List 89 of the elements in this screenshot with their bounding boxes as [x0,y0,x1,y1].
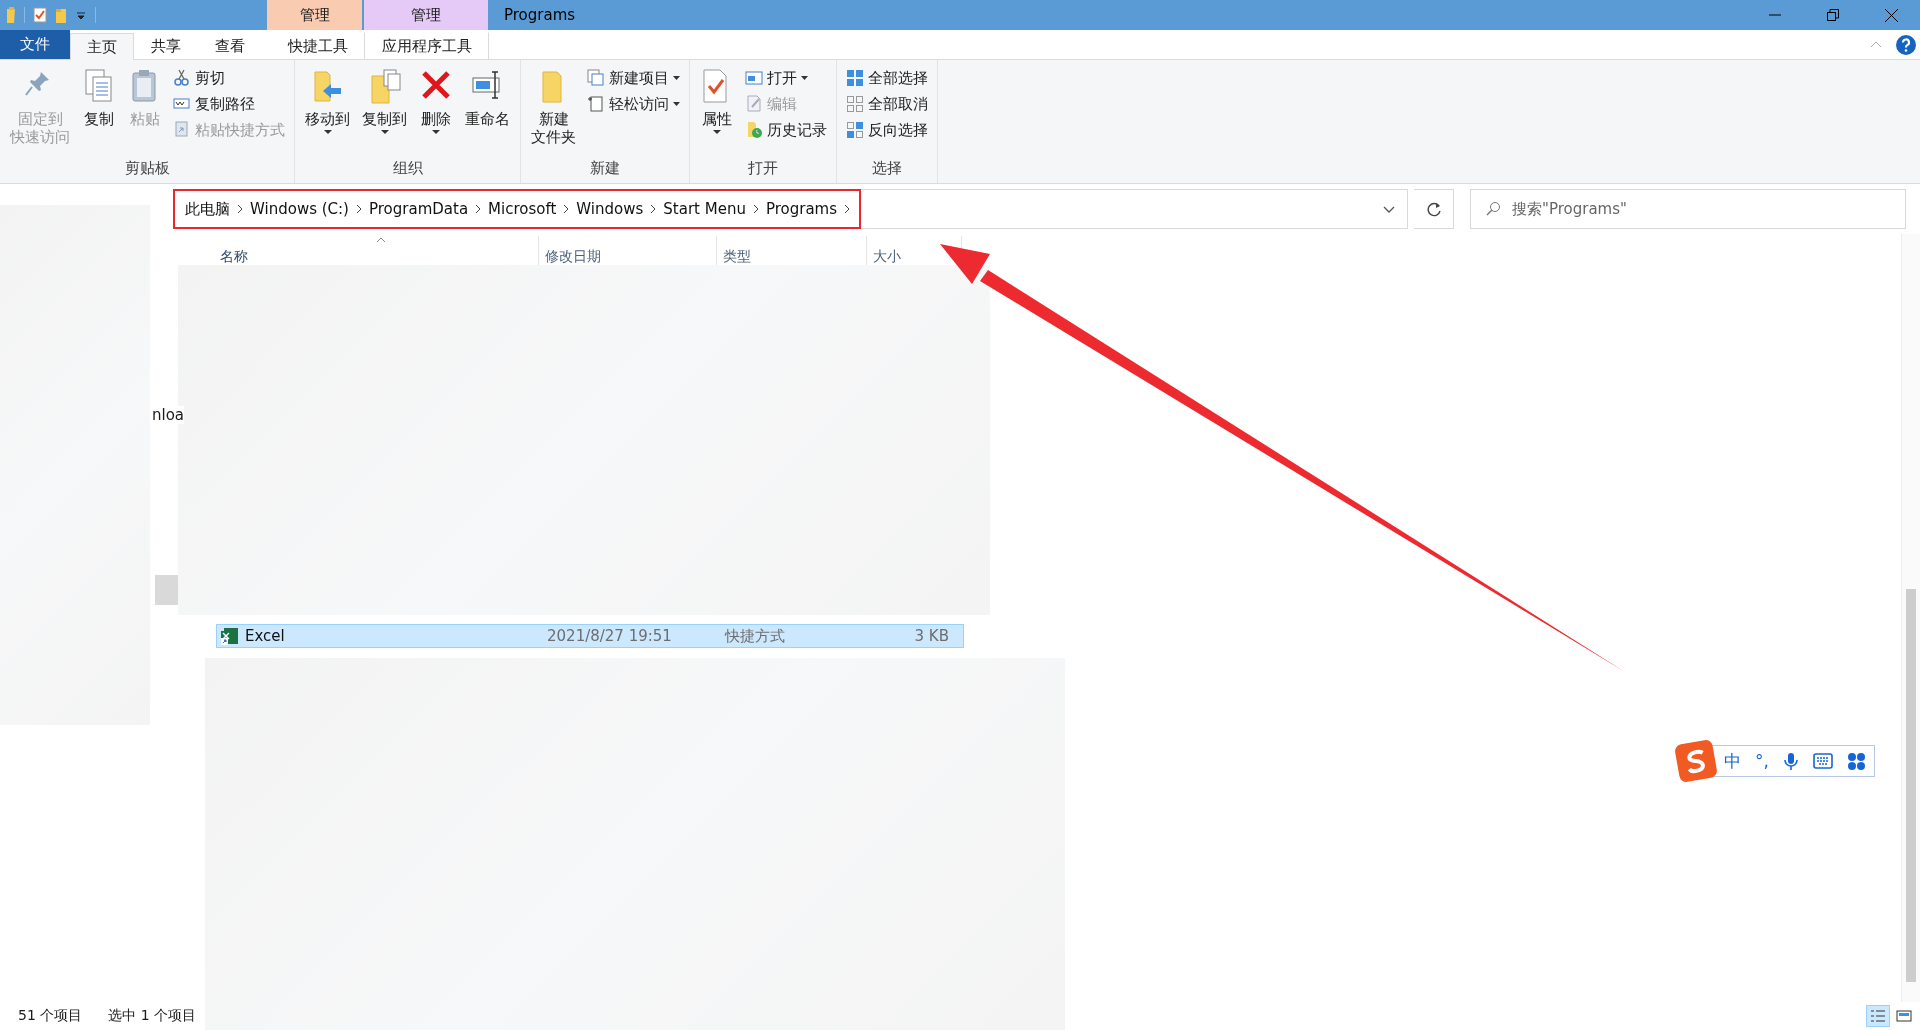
refresh-icon[interactable] [1425,201,1442,217]
dropdown-icon [432,130,440,134]
ribbon-button[interactable]: 反向选择 [843,118,931,142]
ribbon-button[interactable]: 移动到 [301,64,354,159]
invert-selection-icon [846,121,864,139]
ribbon-button[interactable]: 新建 文件夹 [527,64,580,159]
ribbon-button[interactable]: 历史记录 [742,118,830,142]
ribbon-button[interactable]: 剪切 [170,66,288,90]
context-tab-header: 管理 [364,0,488,30]
chevron-icon[interactable] [237,204,243,214]
dropdown-icon[interactable] [1383,205,1395,213]
edit-icon [745,95,763,113]
scissors-icon [173,69,191,87]
ribbon-button[interactable]: 新建项目 [584,66,683,90]
ribbon-button[interactable]: 重命名 [461,64,514,159]
ribbon-button[interactable]: 轻松访问 [584,92,683,116]
chevron-icon[interactable] [752,204,759,214]
excel-shortcut-icon [221,627,239,645]
breadcrumb[interactable]: Start Menu [659,200,750,218]
group-label: 剪贴板 [123,159,171,179]
group-label: 选择 [871,159,903,179]
selection-count: 选中 1 个项目 [108,1007,197,1025]
group-label: 打开 [747,159,779,179]
nav-selection-highlight [155,575,178,605]
microphone-icon[interactable] [1782,751,1799,771]
ribbon-tab[interactable]: 快捷工具 [270,32,365,59]
restore-icon[interactable] [1827,9,1839,21]
breadcrumb[interactable]: Programs [761,200,842,218]
ribbon-tab[interactable]: 应用程序工具 [365,32,489,59]
dropdown-icon [323,130,332,134]
group-label: 组织 [391,159,424,179]
window-title: Programs [503,5,577,26]
ribbon-button[interactable]: 复制到 [358,64,411,159]
chevron-icon[interactable] [650,204,657,214]
file-name: Excel [245,627,285,645]
search-field[interactable]: 搜索"Programs" [1470,189,1906,229]
breadcrumb[interactable]: 此电脑 [181,199,234,219]
keyboard-icon[interactable] [1812,753,1833,769]
scrollbar[interactable] [1901,234,1920,1002]
search-icon [1486,201,1501,216]
chevron-icon[interactable] [355,204,362,214]
shortcut-icon [173,121,191,139]
large-icons-view-icon [1896,1008,1912,1024]
dropdown-icon [713,130,721,134]
ribbon-button[interactable]: 属性 [696,64,738,159]
punctuation-mode[interactable]: °, [1755,751,1769,771]
dropdown-icon [673,76,680,80]
dropdown-icon [801,76,808,80]
breadcrumb[interactable]: Microsoft [484,200,561,218]
view-button[interactable] [1866,1005,1890,1027]
chevron-icon[interactable] [563,204,570,214]
chevron-icon[interactable] [844,204,851,214]
nav-item[interactable]: nloa [152,406,185,424]
ribbon-tab[interactable]: 主页 [70,33,134,60]
dropdown-icon [380,130,389,134]
new-item-icon [587,69,605,87]
help-icon[interactable] [1896,34,1916,55]
apps-grid-icon[interactable] [1846,751,1866,771]
details-view-icon [1870,1008,1886,1024]
chevron-icon[interactable] [475,204,482,214]
input-mode[interactable]: 中 [1724,749,1741,773]
ribbon-button[interactable]: 全部选择 [843,66,931,90]
select-none-icon [846,95,864,113]
ribbon-button[interactable]: 打开 [742,66,830,90]
file-tab[interactable]: 文件 [0,30,70,59]
document-icon [587,95,605,113]
type-cell-text: 快捷方式 [723,626,786,646]
date-cell-text: 2021/8/27 19:51 [546,627,673,645]
close-icon[interactable] [1884,8,1898,22]
ribbon-button[interactable]: 删除 [415,64,457,159]
open-icon [745,69,763,87]
history-icon [745,121,763,139]
context-tab-header: 管理 [267,0,362,30]
select-all-icon [846,69,864,87]
checklist-icon[interactable] [33,7,47,23]
group-label: 新建 [589,159,621,179]
ribbon-tab[interactable]: 查看 [198,32,262,59]
breadcrumb[interactable]: ProgramData [364,200,473,218]
item-count: 51 个项目 [18,1007,83,1025]
ribbon-button[interactable]: 全部取消 [843,92,931,116]
ribbon-button[interactable]: 复制路径 [170,92,288,116]
ribbon-tab[interactable]: 共享 [134,32,198,59]
breadcrumb[interactable]: Windows (C:) [246,200,353,218]
breadcrumb[interactable]: Windows [572,200,648,218]
ribbon-button[interactable]: 复制 [78,64,120,159]
dropdown-icon [673,102,680,106]
folder-icon [6,7,16,23]
file-row[interactable]: Excel 2021/8/27 19:51 快捷方式 3 KB [216,624,964,648]
size-cell-text: 3 KB [913,627,950,645]
